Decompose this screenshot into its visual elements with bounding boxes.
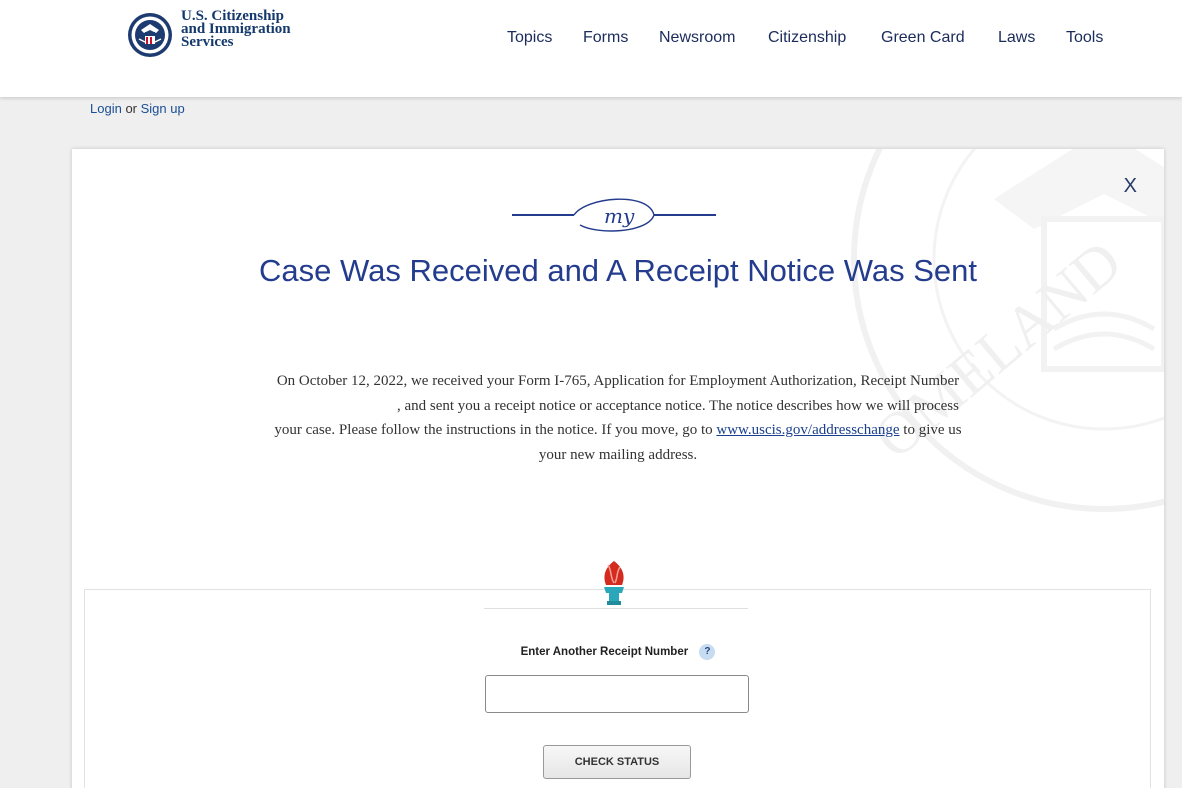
nav-green-card[interactable]: Green Card xyxy=(881,29,965,47)
nav-newsroom[interactable]: Newsroom xyxy=(659,29,735,47)
address-change-link[interactable]: www.uscis.gov/addresschange xyxy=(716,422,899,438)
auth-links: Login or Sign up xyxy=(90,101,185,116)
description-part-1: On October 12, 2022, we received your Fo… xyxy=(276,373,960,389)
receipt-number-label: Enter Another Receipt Number xyxy=(520,646,689,659)
receipt-number-input[interactable] xyxy=(485,675,749,713)
main-nav: Topics Forms Newsroom Citizenship Green … xyxy=(0,29,1182,51)
close-button[interactable]: X xyxy=(1124,175,1137,198)
help-icon[interactable]: ? xyxy=(699,644,716,660)
receipt-number-label-row: Enter Another Receipt Number ? xyxy=(72,644,1164,660)
signup-link[interactable]: Sign up xyxy=(141,101,185,116)
torch-icon xyxy=(604,561,624,605)
case-status-description: On October 12, 2022, we received your Fo… xyxy=(272,369,964,467)
login-link[interactable]: Login xyxy=(90,101,122,116)
check-status-button[interactable]: CHECK STATUS xyxy=(543,745,691,779)
nav-citizenship[interactable]: Citizenship xyxy=(768,29,846,47)
auth-or-text: or xyxy=(125,101,137,116)
nav-tools[interactable]: Tools xyxy=(1066,29,1103,47)
case-status-title: Case Was Received and A Receipt Notice W… xyxy=(259,253,977,288)
site-header: U.S. Citizenship and Immigration Service… xyxy=(0,0,1182,97)
nav-topics[interactable]: Topics xyxy=(507,29,552,47)
case-status-modal: OMELAND U.S. X my Case Was Received and … xyxy=(72,149,1164,788)
nav-forms[interactable]: Forms xyxy=(583,29,628,47)
my-logo-text: my xyxy=(604,204,635,228)
nav-laws[interactable]: Laws xyxy=(998,29,1035,47)
my-uscis-logo: my xyxy=(512,198,716,232)
